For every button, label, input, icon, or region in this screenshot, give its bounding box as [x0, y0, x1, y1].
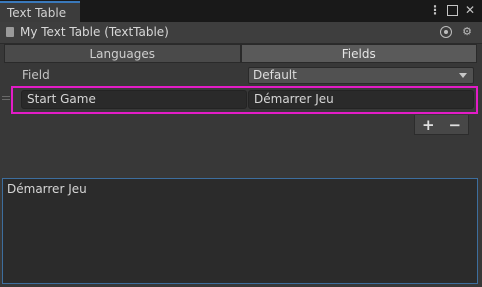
- field-value-input[interactable]: Démarrer Jeu: [248, 90, 474, 109]
- tab-controls: ⋮ ✕: [429, 3, 476, 17]
- tab-fields[interactable]: Fields: [240, 44, 477, 63]
- language-dropdown[interactable]: Default: [248, 67, 474, 84]
- language-dropdown-value: Default: [253, 68, 297, 82]
- select-target-icon[interactable]: [440, 26, 452, 38]
- drag-handle-icon[interactable]: [2, 96, 10, 102]
- gear-icon[interactable]: ⚙: [461, 26, 473, 38]
- more-options-icon[interactable]: ⋮: [429, 3, 441, 17]
- tab-text-table[interactable]: Text Table: [0, 1, 80, 22]
- view-toggle: Languages Fields: [4, 44, 477, 63]
- maximize-icon[interactable]: [447, 5, 458, 16]
- chevron-down-icon: [459, 73, 467, 78]
- field-column-header: Field: [22, 68, 50, 82]
- object-header: My Text Table (TextTable) ⚙: [0, 22, 482, 44]
- close-icon[interactable]: ✕: [464, 3, 476, 17]
- script-asset-icon: [6, 27, 14, 37]
- tab-languages[interactable]: Languages: [4, 44, 241, 63]
- preview-text: Démarrer Jeu: [7, 182, 87, 196]
- text-preview-area[interactable]: Démarrer Jeu: [2, 178, 478, 284]
- field-name-input[interactable]: Start Game: [21, 90, 247, 109]
- add-row-button[interactable]: +: [422, 116, 435, 134]
- tab-title: Text Table: [7, 6, 67, 20]
- list-footer: + −: [414, 115, 469, 135]
- remove-row-button[interactable]: −: [448, 116, 461, 134]
- object-name: My Text Table (TextTable): [20, 25, 169, 39]
- editor-tab-bar: Text Table ⋮ ✕: [0, 0, 482, 22]
